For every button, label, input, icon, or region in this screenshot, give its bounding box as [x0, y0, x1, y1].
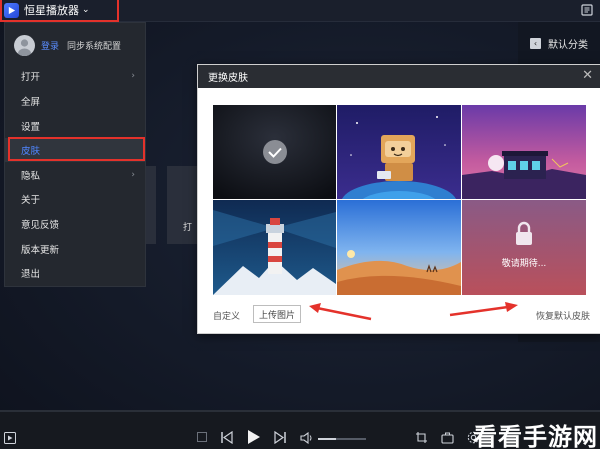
volume-level: [318, 438, 336, 440]
skin-default-dark[interactable]: [213, 105, 336, 199]
menu-item-settings[interactable]: 设置: [5, 114, 145, 138]
menu-item-update[interactable]: 版本更新: [5, 237, 145, 261]
menu-item-label: 隐私: [21, 171, 41, 182]
dialog-header: 更换皮肤: [198, 65, 600, 88]
menu-item-label: 打开: [21, 72, 41, 83]
chevron-right-icon: ›: [131, 71, 135, 81]
upload-image-button[interactable]: 上传图片: [253, 305, 301, 323]
menu-item-open[interactable]: 打开 ›: [5, 64, 145, 88]
menu-item-feedback[interactable]: 意见反馈: [5, 212, 145, 236]
dialog-footer: 自定义 上传图片 恢复默认皮肤: [198, 301, 600, 327]
background-tile: 打: [167, 166, 197, 244]
coming-soon-label: 敬请期待...: [501, 259, 547, 269]
stop-icon[interactable]: [197, 432, 207, 442]
menu-item-label: 全屏: [21, 97, 41, 108]
background-tile-label: 打: [183, 223, 193, 233]
annotation-arrow-left-icon: [309, 303, 372, 321]
dialog-title: 更换皮肤: [208, 73, 248, 84]
skin-highlight-box: [8, 137, 145, 161]
collapse-icon[interactable]: ‹: [530, 38, 541, 49]
menu-item-fullscreen[interactable]: 全屏: [5, 89, 145, 113]
previous-icon[interactable]: [221, 431, 233, 444]
play-logo-icon: [4, 2, 19, 18]
skin-dialog: 更换皮肤 ✕ 敬请期待... 自定义 上传图片 恢复默认皮肤: [197, 64, 600, 334]
user-row: 登录 同步系统配置: [14, 35, 121, 56]
login-link[interactable]: 登录: [41, 39, 59, 52]
next-icon[interactable]: [274, 431, 286, 444]
menu-item-label: 退出: [21, 269, 41, 280]
toolbox-icon[interactable]: [441, 431, 454, 444]
app-title: 恒星播放器: [24, 4, 79, 17]
subtitle-icon[interactable]: [4, 432, 16, 444]
menu-item-label: 关于: [21, 195, 41, 206]
play-icon[interactable]: [246, 429, 261, 445]
progress-bar[interactable]: [0, 410, 600, 412]
avatar[interactable]: [14, 35, 35, 56]
custom-label: 自定义: [213, 312, 241, 322]
skin-lighthouse[interactable]: [213, 200, 336, 295]
background-tile: [146, 166, 156, 244]
lock-icon: [516, 232, 532, 245]
default-category-label: 默认分类: [548, 40, 588, 51]
annotation-arrow-right-icon: [449, 302, 518, 317]
skin-cardboard-astronaut[interactable]: [337, 105, 461, 199]
skin-locked: 敬请期待...: [462, 200, 586, 295]
default-category[interactable]: ‹ 默认分类: [530, 36, 588, 51]
menu-item-privacy[interactable]: 隐私 ›: [5, 163, 145, 187]
volume-icon[interactable]: [300, 432, 314, 444]
title-bar: 恒星播放器 ⌄: [0, 0, 600, 22]
playlist-icon[interactable]: [580, 3, 594, 17]
skin-grid: 敬请期待...: [213, 105, 586, 295]
restore-default-skin-link[interactable]: 恢复默认皮肤: [536, 309, 590, 322]
skin-purple-night-house[interactable]: [462, 105, 586, 199]
sync-settings-link[interactable]: 同步系统配置: [67, 39, 121, 52]
app-menu-button[interactable]: 恒星播放器 ⌄: [0, 0, 119, 22]
chevron-down-icon: ⌄: [82, 5, 90, 15]
screenshot-icon[interactable]: [415, 431, 428, 444]
watermark: 看看手游网: [473, 423, 598, 449]
menu-item-label: 意见反馈: [21, 220, 60, 231]
menu-item-label: 设置: [21, 122, 41, 133]
menu-item-about[interactable]: 关于: [5, 187, 145, 211]
chevron-right-icon: ›: [131, 170, 135, 180]
menu-item-label: 版本更新: [21, 245, 60, 256]
menu-item-exit[interactable]: 退出: [5, 261, 145, 285]
close-icon[interactable]: ✕: [582, 69, 593, 83]
skin-desert[interactable]: [337, 200, 461, 295]
